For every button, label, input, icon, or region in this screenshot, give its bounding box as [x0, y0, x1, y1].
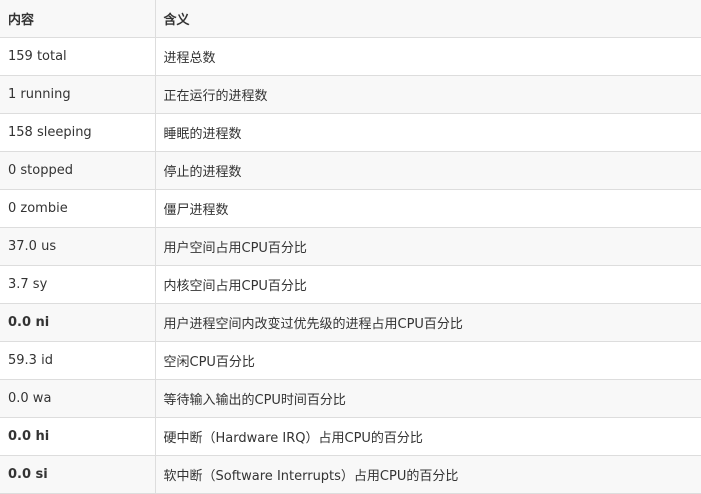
row-item-cell: 0.0 si [0, 454, 156, 494]
row-item-cell: 1 running [0, 74, 156, 114]
table-row: 1 running 正在运行的进程数 [0, 74, 701, 114]
row-item-cell: 0.0 ni [0, 302, 156, 342]
table-row: 0.0 ni 用户进程空间内改变过优先级的进程占用CPU百分比 [0, 302, 701, 342]
table-row: 159 total 进程总数 [0, 36, 701, 76]
row-item-cell: 3.7 sy [0, 264, 156, 304]
row-meaning-cell: 停止的进程数 [154, 150, 701, 190]
table-row: 59.3 id 空闲CPU百分比 [0, 340, 701, 380]
table-row: 0.0 hi 硬中断（Hardware IRQ）占用CPU的百分比 [0, 416, 701, 456]
column-header-content: 内容 [0, 0, 156, 38]
table-row: 0 stopped 停止的进程数 [0, 150, 701, 190]
table-header-row: 内容 含义 [0, 0, 701, 38]
row-meaning-cell: 用户进程空间内改变过优先级的进程占用CPU百分比 [154, 302, 701, 342]
row-meaning-cell: 等待输入输出的CPU时间百分比 [154, 378, 701, 418]
table-row: 0 zombie 僵尸进程数 [0, 188, 701, 228]
row-item-cell: 37.0 us [0, 226, 156, 266]
top-summary-table: 内容 含义 159 total 进程总数 1 running 正在运行的进程数 … [0, 0, 701, 494]
row-item-cell: 0.0 wa [0, 378, 156, 418]
table-body: 159 total 进程总数 1 running 正在运行的进程数 158 sl… [0, 36, 701, 494]
table-row: 0.0 si 软中断（Software Interrupts）占用CPU的百分比 [0, 454, 701, 494]
row-meaning-cell: 进程总数 [154, 36, 701, 76]
row-meaning-cell: 用户空间占用CPU百分比 [154, 226, 701, 266]
row-meaning-cell: 内核空间占用CPU百分比 [154, 264, 701, 304]
row-item-cell: 158 sleeping [0, 112, 156, 152]
row-meaning-cell: 空闲CPU百分比 [154, 340, 701, 380]
row-meaning-cell: 睡眠的进程数 [154, 112, 701, 152]
table-row: 158 sleeping 睡眠的进程数 [0, 112, 701, 152]
table-row: 3.7 sy 内核空间占用CPU百分比 [0, 264, 701, 304]
row-item-cell: 59.3 id [0, 340, 156, 380]
row-item-cell: 0.0 hi [0, 416, 156, 456]
row-meaning-cell: 僵尸进程数 [154, 188, 701, 228]
row-item-cell: 0 stopped [0, 150, 156, 190]
row-meaning-cell: 正在运行的进程数 [154, 74, 701, 114]
row-meaning-cell: 软中断（Software Interrupts）占用CPU的百分比 [154, 454, 701, 494]
column-header-meaning: 含义 [154, 0, 701, 38]
row-meaning-cell: 硬中断（Hardware IRQ）占用CPU的百分比 [154, 416, 701, 456]
row-item-cell: 0 zombie [0, 188, 156, 228]
row-item-cell: 159 total [0, 36, 156, 76]
table-row: 37.0 us 用户空间占用CPU百分比 [0, 226, 701, 266]
table-row: 0.0 wa 等待输入输出的CPU时间百分比 [0, 378, 701, 418]
